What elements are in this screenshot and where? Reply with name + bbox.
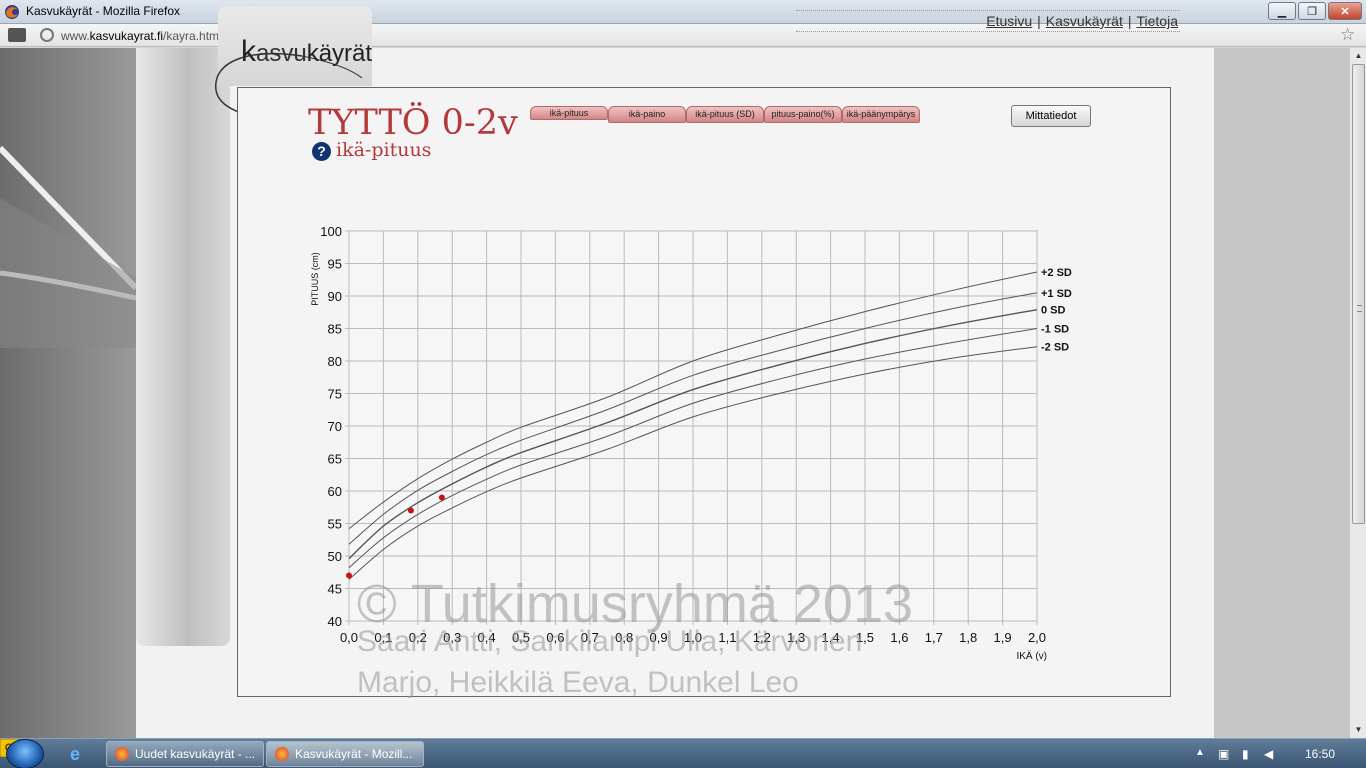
site-logo[interactable]: kasvukäyrät [241,35,372,69]
y-tick-label: 55 [328,517,342,532]
window-title: Kasvukäyrät - Mozilla Firefox [26,4,181,18]
x-tick-label: 0,0 [340,630,358,645]
background-streak-art [0,145,136,348]
x-tick-label: 1,7 [925,630,943,645]
y-tick-label: 40 [328,614,342,629]
tray-expand-icon[interactable]: ▲ [1195,747,1205,758]
nav-link-kasvukayrat[interactable]: Kasvukäyrät [1046,13,1123,29]
sd-curve-label: -1 SD [1041,324,1069,336]
background-right [1214,48,1349,738]
y-tick-label: 85 [328,322,342,337]
firefox-icon [5,5,19,19]
minimize-button[interactable]: ▁ [1268,2,1296,20]
url-domain: kasvukayrat.fi [89,29,164,43]
taskbar-item-kasvukayrat[interactable]: Kasvukäyrät - Mozill... [266,741,424,767]
tab-ika-pituus[interactable]: ikä-pituus [530,106,608,120]
tab-ika-paino[interactable]: ikä-paino [608,106,686,123]
grip-icon [1357,305,1362,312]
sd-curve-label: -2 SD [1041,342,1069,354]
measurement-point [438,494,445,501]
sd-curve-label: 0 SD [1041,305,1066,317]
x-tick-label: 1,8 [959,630,977,645]
y-tick-label: 95 [328,257,342,272]
site-identity-icon[interactable] [40,28,54,42]
y-tick-label: 100 [320,224,342,239]
baby-photo-panel [136,48,230,646]
firefox-icon [115,747,129,761]
y-tick-label: 60 [328,484,342,499]
tab-ika-pituus-sd[interactable]: ikä-pituus (SD) [686,106,764,123]
nav-separator: | [1037,13,1041,29]
start-button[interactable] [6,739,44,768]
sd-curve-label: +1 SD [1041,288,1072,300]
help-icon[interactable]: ? [312,142,331,161]
taskbar: e Uudet kasvukäyrät - ... Kasvukäyrät - … [0,738,1366,768]
y-axis-label: PITUUS (cm) [310,252,320,306]
scrollbar-thumb[interactable] [1352,64,1365,524]
y-tick-label: 50 [328,549,342,564]
y-tick-label: 45 [328,582,342,597]
watermark-line-2: Saari Antti, Sankilampi Ulla, Kärvonen [357,625,863,658]
page-title: TYTTÖ 0-2v [308,103,518,143]
tab-pituus-paino[interactable]: pituus-paino(%) [764,106,842,123]
logo-part1: asvu [256,40,307,67]
top-navigation: Etusivu | Kasvukäyrät | Tietoja [796,10,1180,32]
internet-explorer-icon[interactable]: e [70,744,80,765]
sd-curve-label: +2 SD [1041,267,1072,279]
volume-icon[interactable]: ◀ [1264,747,1278,761]
logo-k: k [241,35,256,68]
y-tick-label: 90 [328,289,342,304]
address-field[interactable]: www.kasvukayrat.fi/kayra.html [61,29,222,43]
clock: 16:50 [1305,747,1336,761]
url-path: /kayra.html [163,29,222,43]
chart-subtitle: ikä-pituus [336,139,432,161]
chart-tabs: ikä-pituus ikä-paino ikä-pituus (SD) pit… [530,106,920,123]
nav-link-etusivu[interactable]: Etusivu [986,13,1032,29]
firefox-icon [275,747,289,761]
measurements-button[interactable]: Mittatiedot [1011,105,1091,127]
scroll-down-icon[interactable]: ▼ [1352,723,1365,736]
x-axis-label: IKÄ (v) [1016,650,1047,662]
taskbar-item-uudet[interactable]: Uudet kasvukäyrät - ... [106,741,264,767]
tab-ika-paanymparys[interactable]: ikä-päänympärys [842,106,920,123]
menu-icon[interactable] [8,28,26,42]
x-tick-label: 1,9 [994,630,1012,645]
taskbar-item-label: Uudet kasvukäyrät - ... [135,747,256,761]
url-prefix: www. [61,29,90,43]
maximize-button[interactable]: ❐ [1298,2,1326,20]
vertical-scrollbar[interactable]: ▲ ▼ [1349,48,1366,738]
measurement-point [407,507,414,514]
device-icon[interactable]: ▣ [1218,747,1232,761]
y-tick-label: 65 [328,452,342,467]
watermark-line-3: Marjo, Heikkilä Eeva, Dunkel Leo [357,666,799,699]
close-button[interactable]: ✕ [1328,2,1362,20]
measurement-point [346,572,352,579]
nav-link-tietoja[interactable]: Tietoja [1136,13,1178,29]
taskbar-item-label: Kasvukäyrät - Mozill... [295,747,413,761]
logo-part2: käyrät [306,40,373,67]
x-tick-label: 2,0 [1028,630,1046,645]
nav-separator: | [1127,13,1132,29]
y-tick-label: 80 [328,354,342,369]
scroll-up-icon[interactable]: ▲ [1352,49,1365,62]
bookmark-star-icon[interactable]: ☆ [1340,25,1355,45]
y-tick-label: 70 [328,419,342,434]
y-tick-label: 75 [328,387,342,402]
network-icon[interactable]: ▮ [1242,747,1256,761]
